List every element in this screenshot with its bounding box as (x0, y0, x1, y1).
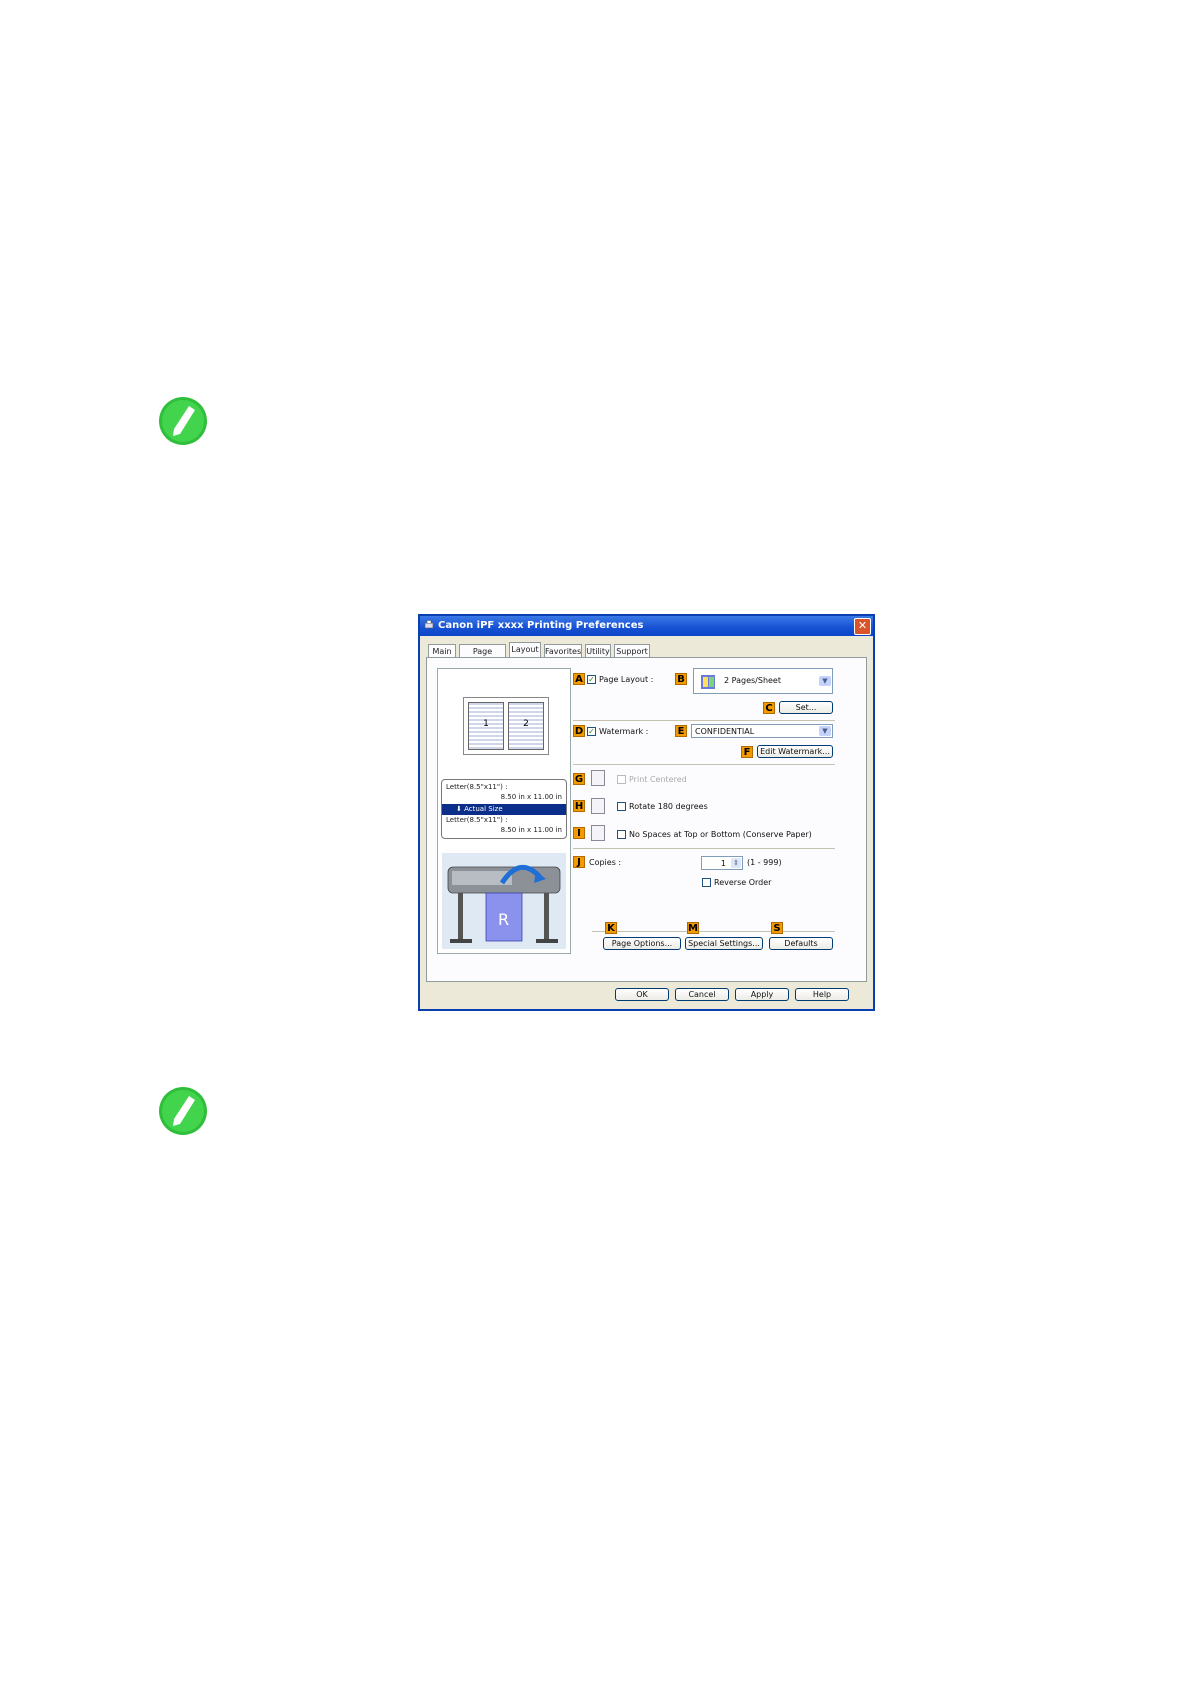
pages-per-sheet-preview: 1 2 (463, 697, 549, 755)
page-layout-dropdown[interactable]: 2 Pages/Sheet ▼ (693, 668, 833, 694)
output-size-label: Letter(8.5"x11") : (446, 816, 508, 824)
layout-preview: 1 2 Letter(8.5"x11") : 8.50 in x 11.00 i… (437, 668, 571, 954)
watermark-dropdown[interactable]: CONFIDENTIAL ▼ (691, 724, 833, 738)
tab-page-setup[interactable]: Page Setup (459, 644, 506, 669)
preview-page-1: 1 (468, 702, 504, 750)
callout-f: F (741, 746, 753, 758)
print-centered-label: Print Centered (629, 775, 687, 784)
callout-j: J (573, 856, 585, 868)
apply-button[interactable]: Apply (735, 988, 789, 1001)
copies-label: Copies : (589, 858, 622, 867)
two-pages-icon (701, 675, 715, 689)
scale-indicator: ⬇ Actual Size (442, 804, 566, 815)
print-centered-icon (591, 770, 605, 786)
callout-e: E (675, 725, 687, 737)
callout-s: S (771, 922, 783, 934)
watermark-checkbox[interactable]: ✓ (587, 727, 596, 736)
callout-h: H (573, 800, 585, 812)
help-button[interactable]: Help (795, 988, 849, 1001)
tab-support[interactable]: Support (614, 644, 650, 657)
defaults-button[interactable]: Defaults (769, 937, 833, 950)
callout-i: I (573, 827, 585, 839)
no-spaces-label: No Spaces at Top or Bottom (Conserve Pap… (629, 830, 812, 839)
reverse-order-label: Reverse Order (714, 878, 772, 887)
output-size-dims: 8.50 in x 11.00 in (500, 826, 562, 834)
copies-stepper[interactable]: 1 ⇕ (701, 856, 743, 870)
layout-panel: 1 2 Letter(8.5"x11") : 8.50 in x 11.00 i… (426, 657, 867, 982)
chevron-down-icon[interactable]: ▼ (819, 726, 831, 736)
ok-button[interactable]: OK (615, 988, 669, 1001)
layout-set-button[interactable]: Set... (779, 701, 833, 714)
divider (592, 931, 835, 932)
preview-page-2: 2 (508, 702, 544, 750)
special-settings-button[interactable]: Special Settings... (685, 937, 763, 950)
conserve-paper-icon (591, 825, 605, 841)
page-layout-label: Page Layout : (599, 675, 654, 684)
tab-favorites[interactable]: Favorites (544, 644, 582, 657)
printer-illustration: R (442, 853, 566, 949)
print-centered-checkbox[interactable] (617, 775, 626, 784)
watermark-label: Watermark : (599, 727, 649, 736)
rotate-180-label: Rotate 180 degrees (629, 802, 708, 811)
rotate-180-checkbox[interactable] (617, 802, 626, 811)
callout-b: B (675, 673, 687, 685)
arrow-down-icon: ⬇ (456, 805, 462, 813)
svg-text:R: R (498, 910, 509, 929)
page-options-button[interactable]: Page Options... (603, 937, 681, 950)
copies-range: (1 - 999) (747, 858, 782, 867)
dialog-title: Canon iPF xxxx Printing Preferences (438, 620, 644, 631)
watermark-value: CONFIDENTIAL (695, 727, 755, 736)
tab-layout[interactable]: Layout (509, 642, 541, 658)
divider (573, 720, 835, 721)
pencil-icon (159, 1087, 207, 1135)
spin-arrows-icon[interactable]: ⇕ (731, 858, 741, 868)
scale-label: Actual Size (464, 805, 503, 813)
no-spaces-checkbox[interactable] (617, 830, 626, 839)
reverse-order-checkbox[interactable] (702, 878, 711, 887)
tab-main[interactable]: Main (428, 644, 456, 657)
paper-size-summary: Letter(8.5"x11") : 8.50 in x 11.00 in ⬇ … (441, 779, 567, 839)
callout-g: G (573, 773, 585, 785)
source-size-dims: 8.50 in x 11.00 in (500, 793, 562, 801)
copies-value: 1 (720, 859, 726, 868)
divider (573, 764, 835, 765)
callout-a: A (573, 673, 585, 685)
printer-app-icon (424, 620, 434, 629)
printing-preferences-dialog: Canon iPF xxxx Printing Preferences ✕ Ma… (418, 614, 875, 1011)
rotate-icon (591, 798, 605, 814)
callout-m: M (687, 922, 699, 934)
page-layout-value: 2 Pages/Sheet (724, 676, 781, 685)
callout-k: K (605, 922, 617, 934)
cancel-button[interactable]: Cancel (675, 988, 729, 1001)
divider (573, 848, 835, 849)
close-button[interactable]: ✕ (854, 618, 871, 635)
tab-utility[interactable]: Utility (585, 644, 611, 657)
callout-c: C (763, 702, 775, 714)
large-format-printer-icon: R (447, 865, 561, 943)
page-layout-checkbox[interactable]: ✓ (587, 675, 596, 684)
chevron-down-icon[interactable]: ▼ (819, 676, 831, 686)
dialog-titlebar[interactable]: Canon iPF xxxx Printing Preferences ✕ (420, 616, 873, 636)
edit-watermark-button[interactable]: Edit Watermark... (757, 745, 833, 758)
close-icon: ✕ (857, 619, 868, 632)
callout-d: D (573, 725, 585, 737)
pencil-icon (159, 397, 207, 445)
source-size-label: Letter(8.5"x11") : (446, 783, 508, 791)
